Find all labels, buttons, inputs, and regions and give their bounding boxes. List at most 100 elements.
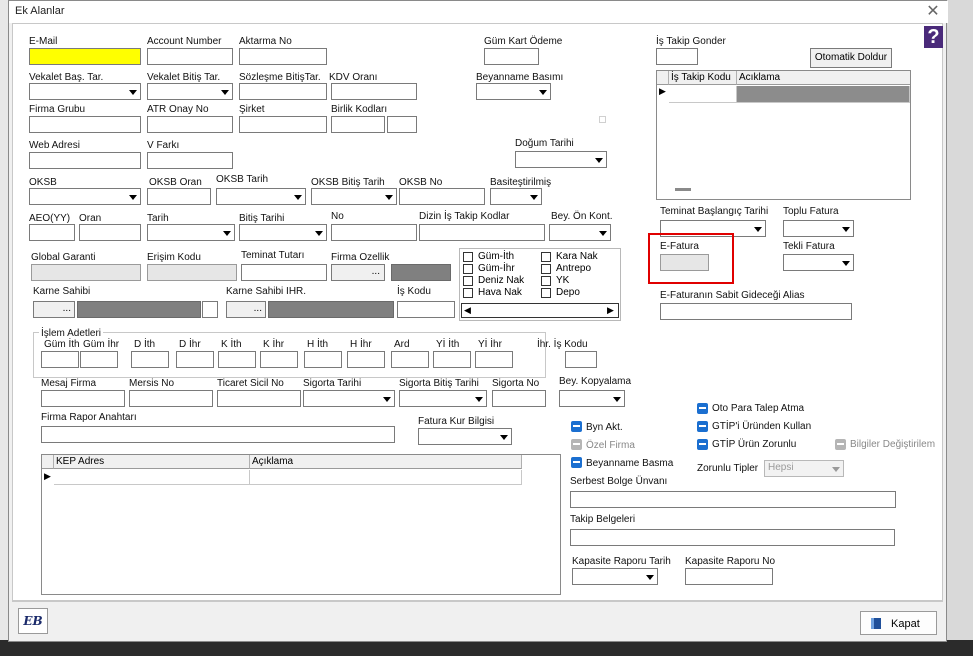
email-input[interactable] xyxy=(29,48,141,65)
oksb-select[interactable] xyxy=(29,188,141,205)
karne-sahibi-button[interactable]: ... xyxy=(33,301,75,318)
grid-cell[interactable] xyxy=(669,86,737,103)
ticaret-sicil-input[interactable] xyxy=(217,390,301,407)
grid-cell[interactable] xyxy=(54,470,250,485)
gum-kart-odeme-input[interactable] xyxy=(484,48,539,65)
teminat-tutari-input[interactable] xyxy=(241,264,327,281)
vekalet-bas-tar-select[interactable] xyxy=(29,83,141,100)
bitis-tarihi-select[interactable] xyxy=(239,224,327,241)
yk-checkbox[interactable] xyxy=(541,276,551,286)
byn-akt-toggle[interactable] xyxy=(571,421,582,432)
oksb-tarih-select[interactable] xyxy=(216,188,306,205)
is-kodu-input[interactable] xyxy=(397,301,455,318)
grid-header-aciklama[interactable]: Açıklama xyxy=(250,455,522,469)
gum-ihr-checkbox[interactable] xyxy=(463,264,473,274)
no-input[interactable] xyxy=(331,224,417,241)
bey-kopyalama-select[interactable] xyxy=(559,390,625,407)
e-fatura-input[interactable] xyxy=(660,254,709,271)
atr-onay-no-input[interactable] xyxy=(147,116,233,133)
gtip-urunden-toggle[interactable] xyxy=(697,421,708,432)
tarih-select[interactable] xyxy=(147,224,235,241)
scroll-left-icon[interactable]: ◀ xyxy=(464,305,471,316)
web-adresi-input[interactable] xyxy=(29,152,141,169)
aeo-yy-input[interactable] xyxy=(29,224,75,241)
oksb-no-input[interactable] xyxy=(399,188,485,205)
islem-col-input[interactable] xyxy=(391,351,429,368)
sigorta-bitis-select[interactable] xyxy=(399,390,487,407)
tekli-fatura-select[interactable] xyxy=(783,254,854,271)
kapasite-raporu-tarih-select[interactable] xyxy=(572,568,658,585)
islem-col-input[interactable] xyxy=(80,351,118,368)
basitestirilmis-select[interactable] xyxy=(490,188,542,205)
islem-col-input[interactable] xyxy=(347,351,385,368)
ihr-is-kodu-input[interactable] xyxy=(565,351,597,368)
beyanname-basimi-select[interactable] xyxy=(476,83,551,100)
deniz-nak-checkbox[interactable] xyxy=(463,276,473,286)
takip-belgeleri-input[interactable] xyxy=(570,529,895,546)
eb-logo-button[interactable]: EB xyxy=(18,608,48,634)
mersis-no-input[interactable] xyxy=(129,390,213,407)
is-takip-grid[interactable]: İş Takip Kodu Acıklama ▶ xyxy=(656,70,911,200)
mesaj-firma-input[interactable] xyxy=(41,390,125,407)
global-garanti-input[interactable] xyxy=(31,264,141,281)
islem-col-input[interactable] xyxy=(260,351,298,368)
oksb-oran-input[interactable] xyxy=(147,188,211,205)
dogum-tarihi-select[interactable] xyxy=(515,151,607,168)
zorunlu-tipler-select[interactable]: Hepsi xyxy=(764,460,844,477)
grid-header-is-takip-kodu[interactable]: İş Takip Kodu xyxy=(669,71,737,85)
antrepo-checkbox[interactable] xyxy=(541,264,551,274)
account-number-input[interactable] xyxy=(147,48,233,65)
kara-nak-checkbox[interactable] xyxy=(541,252,551,262)
karne-sahibi-ihr-button[interactable]: ... xyxy=(226,301,266,318)
e-fatura-alias-input[interactable] xyxy=(660,303,852,320)
kep-grid[interactable]: KEP Adres Açıklama ▶ xyxy=(41,454,561,595)
kapasite-raporu-no-input[interactable] xyxy=(685,568,773,585)
checkbox-group-scrollbar[interactable]: ◀ ▶ xyxy=(461,303,619,318)
islem-col-input[interactable] xyxy=(176,351,214,368)
grid-header-kep-adres[interactable]: KEP Adres xyxy=(54,455,250,469)
fatura-kur-bilgisi-select[interactable] xyxy=(418,428,512,445)
erisim-kodu-input[interactable] xyxy=(147,264,237,281)
kapat-button[interactable]: Kapat xyxy=(860,611,937,635)
hava-nak-checkbox[interactable] xyxy=(463,288,473,298)
is-takip-gonder-input[interactable] xyxy=(656,48,698,65)
sozlesme-bitis-tar-input[interactable] xyxy=(239,83,327,100)
oto-para-talep-toggle[interactable] xyxy=(697,403,708,414)
grid-header-aciklama[interactable]: Acıklama xyxy=(737,71,910,85)
islem-col-input[interactable] xyxy=(41,351,79,368)
gtip-urun-zorunlu-toggle[interactable] xyxy=(697,439,708,450)
toplu-fatura-select[interactable] xyxy=(783,220,854,237)
birlik-kodlari-input[interactable] xyxy=(331,116,385,133)
birlik-kodlari-input-2[interactable] xyxy=(387,116,417,133)
oksb-bitis-tarih-select[interactable] xyxy=(311,188,397,205)
kdv-orani-input[interactable] xyxy=(331,83,417,100)
islem-col-input[interactable] xyxy=(433,351,471,368)
depo-checkbox[interactable] xyxy=(541,288,551,298)
otomatik-doldur-button[interactable]: Otomatik Doldur xyxy=(810,48,892,68)
islem-col-input[interactable] xyxy=(131,351,169,368)
ozel-firma-toggle[interactable] xyxy=(571,439,582,450)
scroll-right-icon[interactable]: ▶ xyxy=(607,305,614,316)
islem-col-input[interactable] xyxy=(218,351,256,368)
aktarma-no-input[interactable] xyxy=(239,48,327,65)
dizin-is-takip-input[interactable] xyxy=(419,224,545,241)
karne-sahibi-extra[interactable] xyxy=(202,301,218,318)
gum-ith-checkbox[interactable] xyxy=(463,252,473,262)
serbest-bolge-input[interactable] xyxy=(570,491,896,508)
v-farki-input[interactable] xyxy=(147,152,233,169)
islem-col-input[interactable] xyxy=(304,351,342,368)
beyanname-basma-toggle[interactable] xyxy=(571,457,582,468)
bey-on-kont-select[interactable] xyxy=(549,224,611,241)
oran-input[interactable] xyxy=(79,224,141,241)
sigorta-no-input[interactable] xyxy=(492,390,546,407)
sirket-input[interactable] xyxy=(239,116,327,133)
islem-col-input[interactable] xyxy=(475,351,513,368)
vekalet-bitis-tar-select[interactable] xyxy=(147,83,233,100)
help-icon[interactable]: ? xyxy=(924,26,943,48)
firma-grubu-input[interactable] xyxy=(29,116,141,133)
grid-cell-selected[interactable] xyxy=(737,86,910,103)
firma-ozellik-button[interactable]: ... xyxy=(331,264,385,281)
bilgiler-degistirilem-toggle[interactable] xyxy=(835,439,846,450)
close-icon[interactable]: ✕ xyxy=(923,1,943,21)
grid-cell[interactable] xyxy=(250,470,522,485)
